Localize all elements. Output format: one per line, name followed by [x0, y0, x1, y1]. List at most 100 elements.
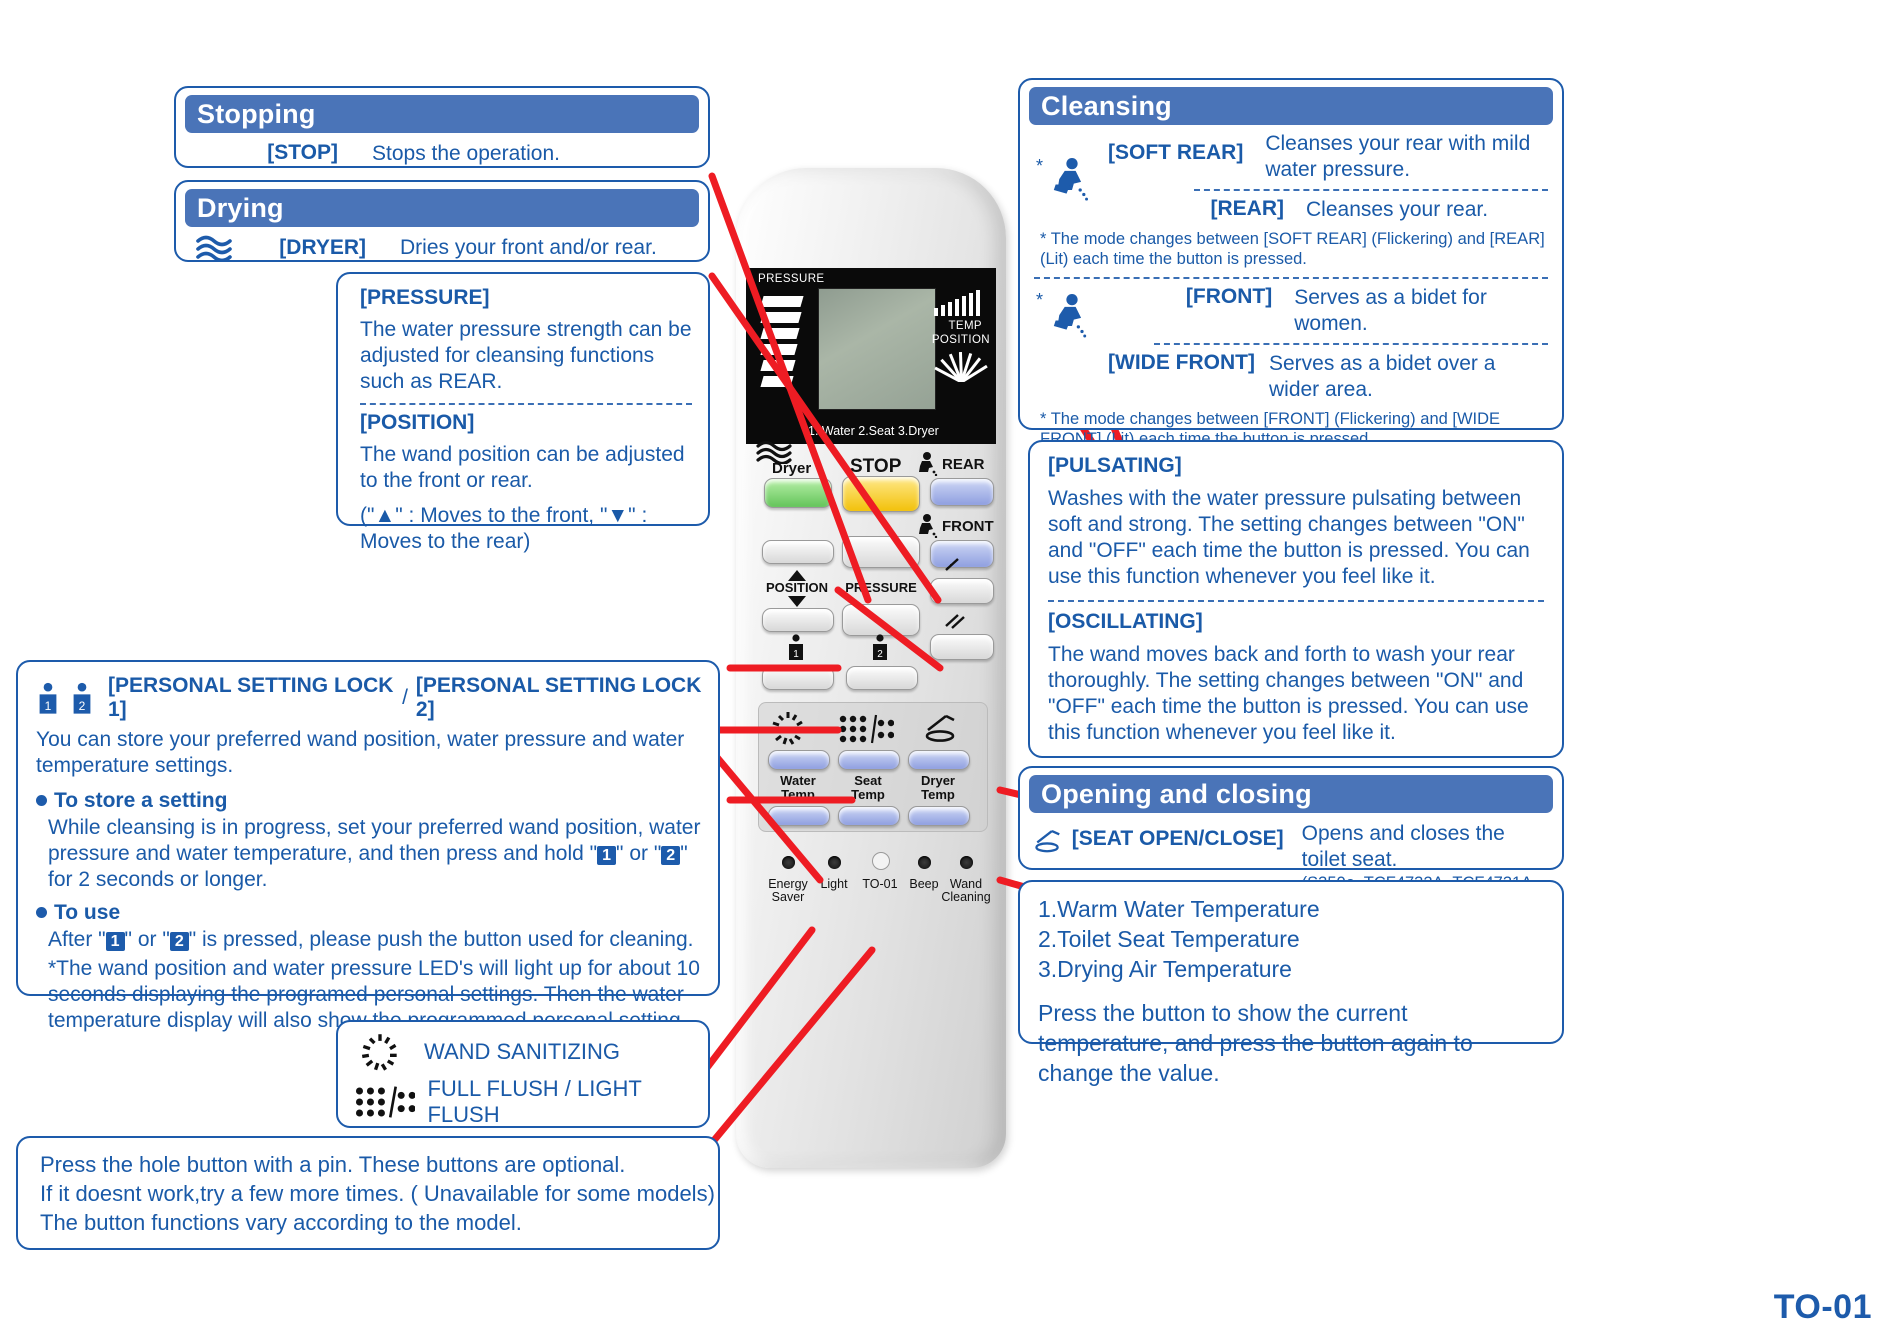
hole-button-note-box: Press the hole button with a pin. These …: [16, 1136, 720, 1250]
dryer-temp-label: Dryer Temp: [921, 773, 955, 802]
water-temp-down-button[interactable]: [768, 806, 830, 826]
front-key: [FRONT]: [1185, 285, 1273, 308]
seat-temp-up-button[interactable]: [838, 750, 900, 770]
pulsating-desc: Washes with the water pressure pulsating…: [1048, 487, 1530, 588]
temperature-item-3: 3.Drying Air Temperature: [1038, 956, 1292, 982]
seat-temp-down-button[interactable]: [838, 806, 900, 826]
store-heading: To store a setting: [54, 789, 228, 812]
seat-open-close-desc: Opens and closes the toilet seat.: [1301, 822, 1505, 871]
rear-person-icon: [919, 452, 938, 476]
personal-lock-title-2: [PERSONAL SETTING LOCK 2]: [415, 674, 702, 721]
hole-note-line-2: If it doesnt work,try a few more times. …: [40, 1181, 715, 1206]
pressure-position-box: [PRESSURE] The water pressure strength c…: [336, 272, 710, 553]
seated-person-front-spray-icon: [1053, 294, 1087, 338]
pulsating-button[interactable]: [930, 578, 994, 604]
rear-button[interactable]: [930, 478, 994, 506]
temperature-body: Press the button to show the current tem…: [1038, 1000, 1473, 1086]
seat-open-close-icon: [1035, 829, 1060, 853]
lcd-footer-legend: 1. Water 2.Seat 3.Dryer: [808, 424, 939, 438]
use-body: After " 1 " or " 2 " is pressed, please push…: [48, 928, 694, 951]
soft-rear-desc: Cleanses your rear with mild water press…: [1265, 132, 1531, 181]
button-area: Dryer STOP REAR FRONT POSITION PRESSURE: [746, 440, 996, 1168]
dryer-button[interactable]: [764, 478, 832, 508]
personal-lock-1-icon: 1: [39, 682, 57, 714]
remote-control: PRESSURE TEMP POSITION 1. Water 2.Seat 3…: [736, 168, 1006, 1168]
front-button-label: FRONT: [942, 518, 994, 535]
stop-button[interactable]: [842, 476, 920, 512]
svg-text:2: 2: [79, 699, 86, 713]
pressure-bar-gauge: [760, 296, 804, 392]
energy-saver-hole-button[interactable]: [782, 856, 795, 869]
wand-sanitizing-icon: [361, 1034, 397, 1071]
dryer-temp-down-button[interactable]: [908, 806, 970, 826]
use-bullet-icon: [36, 907, 47, 918]
store-bullet-icon: [36, 795, 47, 806]
front-asterisk: *: [1036, 290, 1044, 310]
lcd-panel: PRESSURE TEMP POSITION 1. Water 2.Seat 3…: [746, 268, 996, 444]
seat-open-close-icon-remote: [925, 714, 955, 742]
personal-lock-2-icon: 2: [873, 634, 887, 660]
full-flush-light-flush-icon: [355, 1086, 416, 1118]
water-temp-up-button[interactable]: [768, 750, 830, 770]
pressure-down-button[interactable]: [842, 604, 920, 636]
seated-person-rear-spray-icon: [1053, 158, 1088, 201]
personal-setting-lock-box: 1 2 [PERSONAL SETTING LOCK 1] / [PERSONA…: [16, 660, 720, 1032]
pressure-key: [PRESSURE]: [360, 286, 490, 309]
personal-lock-title-sep: /: [402, 686, 408, 709]
lcd-screen: [818, 288, 936, 410]
pressure-up-button[interactable]: [842, 536, 920, 568]
dryer-key: [DRYER]: [279, 236, 366, 259]
personal-lock-1-button[interactable]: [762, 666, 834, 690]
wand-sanitizing-label: WAND SANITIZING: [424, 1039, 620, 1064]
cleansing-box: Cleansing * [SOFT REAR] Cleanses your re…: [1018, 78, 1564, 448]
flush-icon-remote: [839, 714, 894, 744]
oscillating-button[interactable]: [930, 634, 994, 660]
stopping-header: Stopping: [185, 95, 699, 133]
position-fan-icon: [932, 352, 988, 382]
svg-text:2: 2: [877, 649, 883, 660]
position-label: POSITION: [765, 580, 829, 595]
dryer-temp-up-button[interactable]: [908, 750, 970, 770]
water-temp-label: Water Temp: [780, 773, 816, 802]
temperature-item-1: 1.Warm Water Temperature: [1038, 896, 1320, 922]
use-key-2: 2: [169, 932, 189, 951]
wand-cleaning-label: Wand Cleaning: [941, 877, 991, 904]
drying-header: Drying: [185, 189, 699, 227]
position-up-button[interactable]: [762, 540, 834, 564]
temperature-box: 1.Warm Water Temperature 2.Toilet Seat T…: [1018, 880, 1564, 1086]
oscillating-key: [OSCILLATING]: [1048, 610, 1203, 633]
rear-desc: Cleanses your rear.: [1306, 198, 1489, 221]
lcd-pressure-label: PRESSURE: [758, 273, 825, 285]
beep-hole-button[interactable]: [918, 856, 931, 869]
flush-label: FULL FLUSH / LIGHT FLUSH: [427, 1076, 642, 1127]
oscillating-desc: The wand moves back and forth to wash yo…: [1048, 643, 1529, 744]
drying-box: Drying [DRYER] Dries your front and/or r…: [174, 180, 710, 262]
opening-closing-box: Opening and closing [SEAT OPEN/CLOSE] Op…: [1018, 766, 1564, 912]
cleansing-header: Cleansing: [1029, 87, 1553, 125]
position-down-arrow-icon: [788, 596, 806, 607]
dryer-desc: Dries your front and/or rear.: [400, 236, 657, 259]
pressure-desc: The water pressure strength can be adjus…: [360, 318, 692, 393]
wand-cleaning-hole-button[interactable]: [960, 856, 973, 869]
stop-key: [STOP]: [267, 141, 338, 164]
pulsating-key: [PULSATING]: [1048, 454, 1182, 477]
position-down-button[interactable]: [762, 608, 834, 632]
hole-note-line-3: The button functions vary according to t…: [40, 1210, 522, 1235]
store-key-2: 2: [661, 846, 681, 865]
dryer-wave-icon: [196, 235, 232, 261]
opening-closing-header: Opening and closing: [1029, 775, 1553, 813]
personal-lock-2-icon: 2: [73, 682, 91, 714]
lcd-temp-label: TEMP: [948, 320, 982, 332]
personal-lock-2-button[interactable]: [846, 666, 918, 690]
oscillating-icon: [945, 614, 965, 629]
light-hole-button[interactable]: [828, 856, 841, 869]
to-01-hole-button[interactable]: [872, 852, 890, 870]
wand-sanitizing-icon-remote: [771, 712, 803, 745]
rear-mode-note: * The mode changes between [SOFT REAR] (…: [1040, 230, 1545, 268]
wide-front-key: [WIDE FRONT]: [1108, 351, 1255, 374]
rear-key: [REAR]: [1210, 197, 1285, 220]
sanitize-flush-box: WAND SANITIZING FULL FLUSH / LIGHT FLUSH: [336, 1020, 710, 1128]
svg-text:1: 1: [793, 649, 799, 660]
store-body: While cleansing is in progress, set your…: [48, 816, 701, 891]
wide-front-desc: Serves as a bidet over a wider area.: [1268, 352, 1496, 401]
